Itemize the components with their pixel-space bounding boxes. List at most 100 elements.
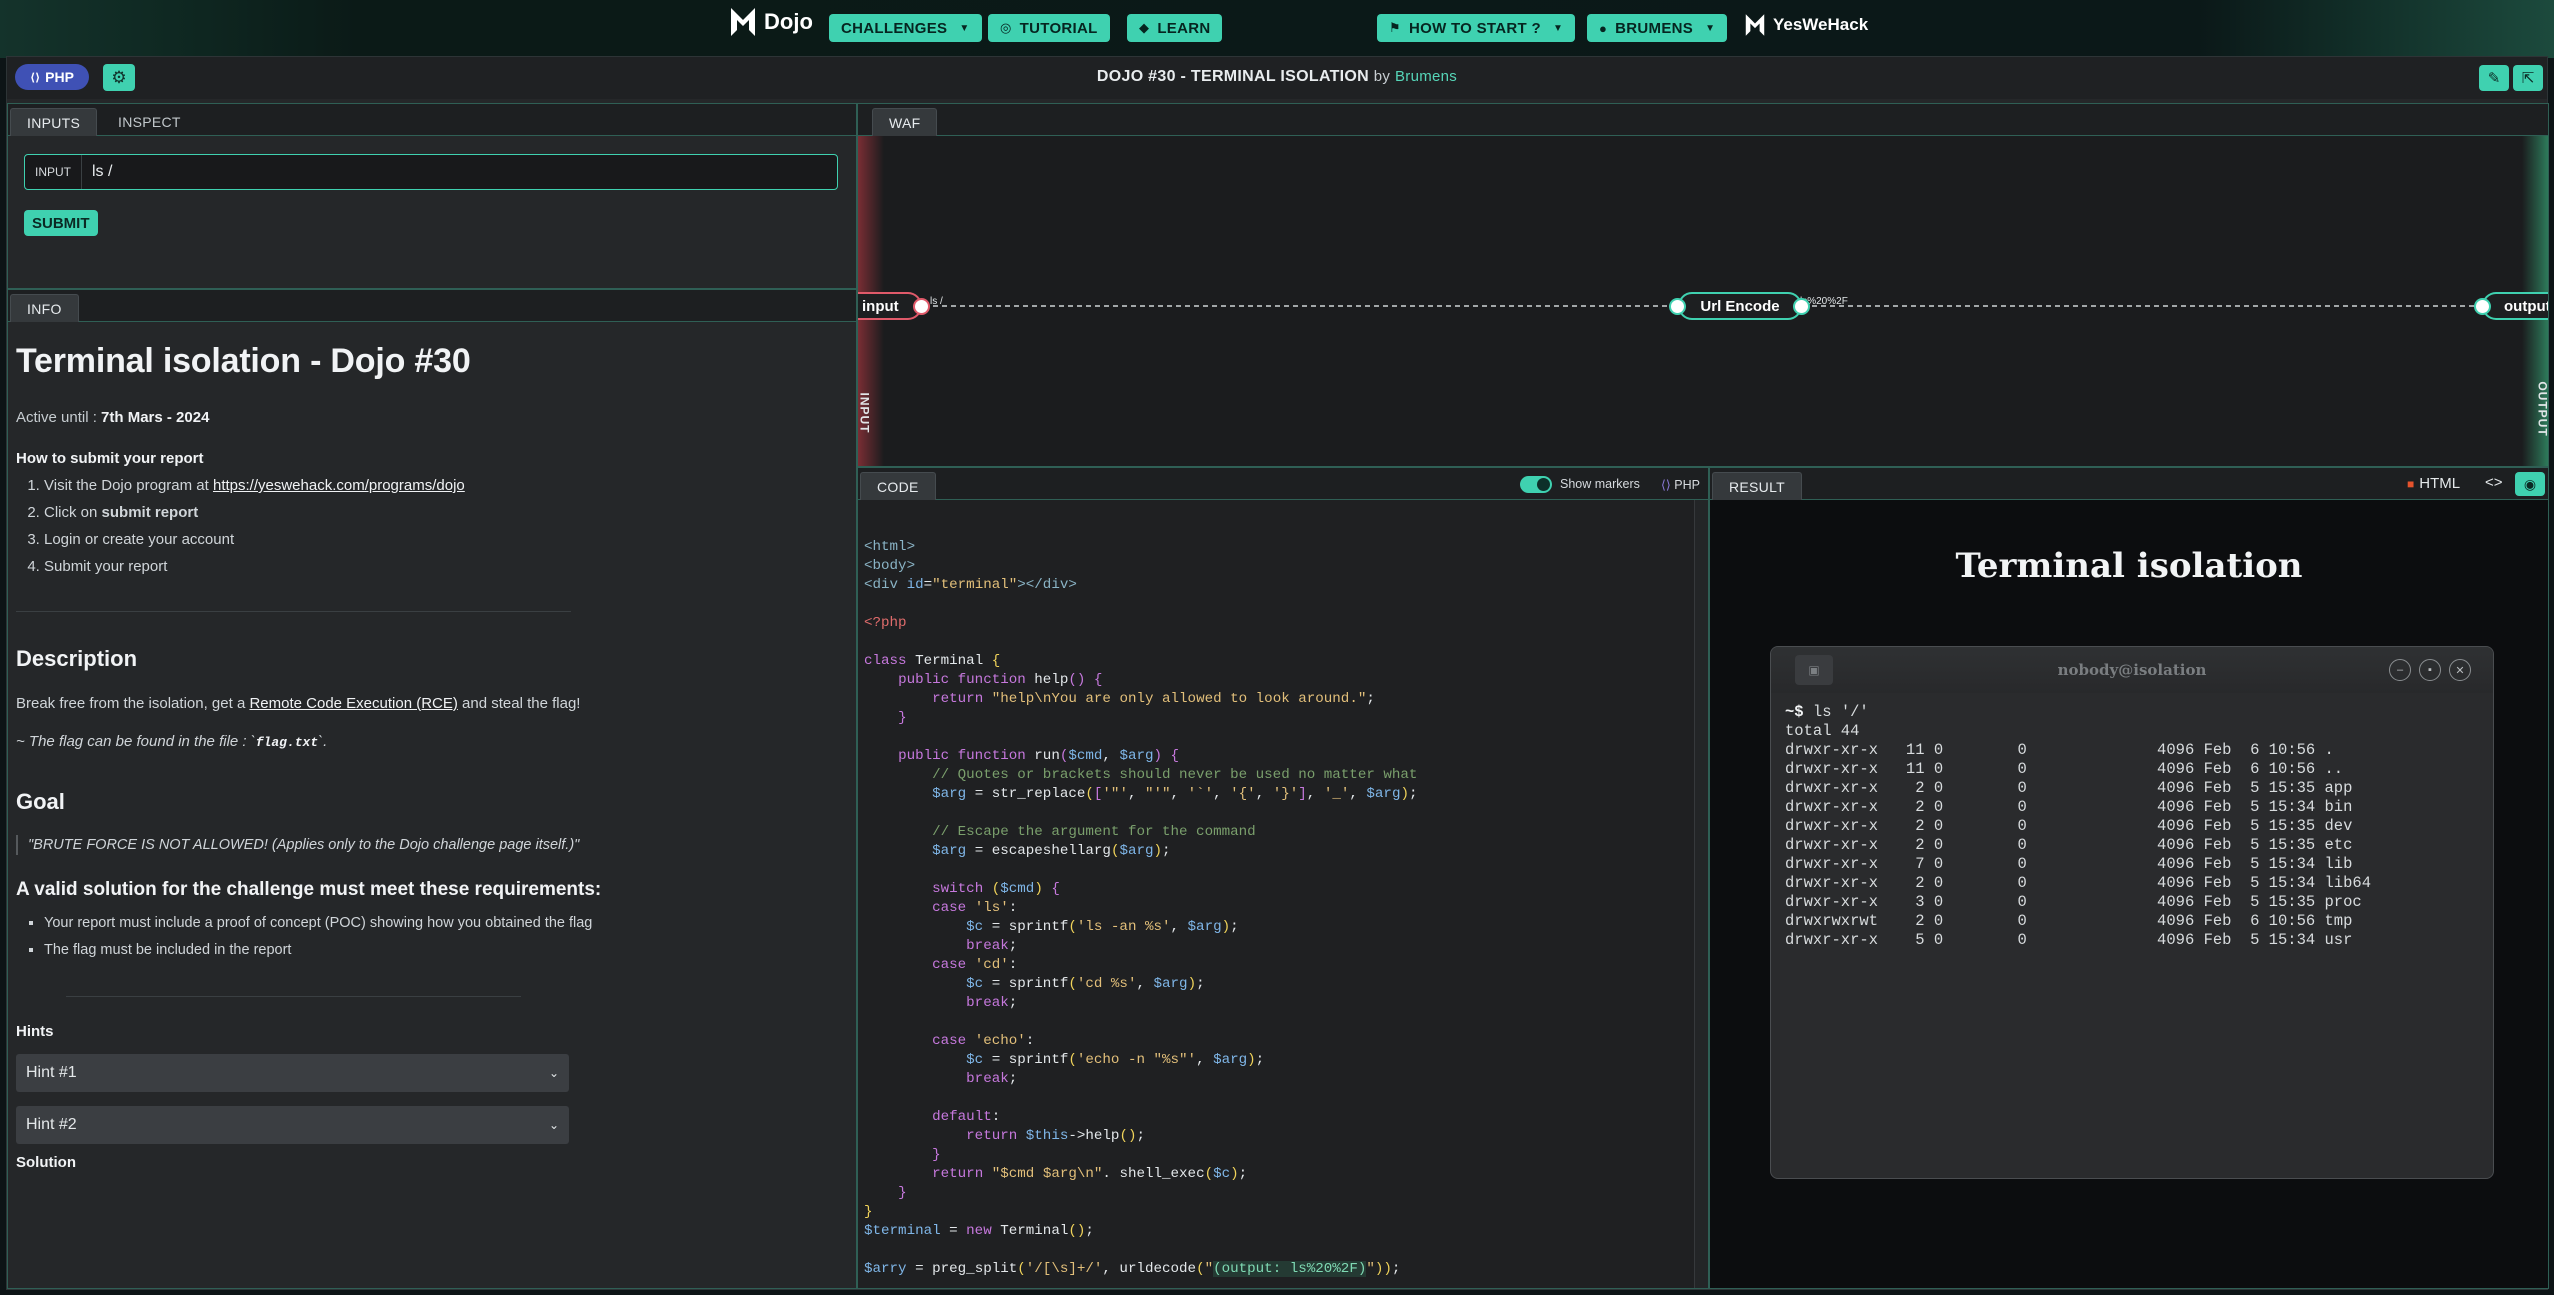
- close-button[interactable]: ✕: [2449, 659, 2471, 681]
- eye-icon: ◉: [2523, 475, 2537, 492]
- chevron-down-icon: ⌄: [548, 1066, 559, 1080]
- minimize-button[interactable]: –: [2389, 659, 2411, 681]
- shield-icon: ◎: [1000, 20, 1012, 35]
- format-selector[interactable]: ■ HTML: [2407, 475, 2460, 492]
- ywh-logo-icon: [1745, 14, 1765, 36]
- challenge-title-bar: ⟨⟩ PHP ⚙ DOJO #30 - TERMINAL ISOLATION b…: [7, 57, 2547, 99]
- url-encode-out-port[interactable]: [1793, 298, 1810, 315]
- code-lang-label: ⟨⟩ PHP: [1661, 477, 1700, 492]
- chevron-down-icon: ▼: [1552, 22, 1564, 34]
- flag-file: flag.txt: [255, 735, 319, 750]
- hint-1-accordion[interactable]: Hint #1 ⌄: [16, 1054, 569, 1092]
- learn-button[interactable]: ◆ LEARN: [1127, 14, 1223, 42]
- dojo-logo-icon: [731, 8, 755, 36]
- challenges-menu-button[interactable]: CHALLENGES ▼: [829, 14, 982, 42]
- preview-button[interactable]: ◉: [2515, 472, 2545, 496]
- submit-button[interactable]: SUBMIT: [24, 210, 98, 236]
- user-menu-button[interactable]: ● BRUMENS ▼: [1587, 14, 1728, 42]
- chevron-down-icon: ⌄: [548, 1118, 559, 1132]
- requirements-title: A valid solution for the challenge must …: [16, 879, 602, 900]
- share-button[interactable]: ⇱: [2513, 65, 2543, 91]
- how-to-start-button[interactable]: ⚑ HOW TO START ? ▼: [1377, 14, 1576, 42]
- tab-result[interactable]: RESULT: [1712, 472, 1802, 500]
- output-port[interactable]: [2474, 298, 2491, 315]
- terminal-listing: total 44 drwxr-xr-x 11 0 0 4096 Feb 6 10…: [1785, 722, 2371, 949]
- dojo-logo-text: Dojo: [764, 9, 813, 34]
- format-label: HTML: [2419, 475, 2461, 492]
- waf-panel: WAF ls / ls%20%2F input Url Encode outpu…: [857, 103, 2549, 467]
- challenge-heading: Terminal isolation - Dojo #30: [16, 342, 471, 380]
- show-markers-toggle[interactable]: [1520, 476, 1552, 493]
- flag-icon: ⚑: [1389, 20, 1401, 35]
- challenge-title: DOJO #30 - TERMINAL ISOLATION by Brumens: [7, 68, 2547, 86]
- list-item: Click on submit report: [44, 504, 848, 531]
- divider: [66, 996, 521, 997]
- waf-tabs: WAF: [858, 104, 2548, 136]
- maximize-icon: ▪: [2428, 664, 2432, 676]
- tab-code[interactable]: CODE: [860, 472, 936, 500]
- list-item: Login or create your account: [44, 531, 848, 558]
- description-suffix: and steal the flag!: [457, 695, 581, 712]
- maximize-button[interactable]: ▪: [2419, 659, 2441, 681]
- html5-icon: ■: [2407, 476, 2415, 491]
- tutorial-button[interactable]: ◎ TUTORIAL: [988, 14, 1110, 42]
- graduation-icon: ◆: [1139, 20, 1150, 35]
- submit-steps: Visit the Dojo program at https://yesweh…: [16, 477, 848, 585]
- step-text: Click on: [44, 504, 102, 521]
- user-icon: ●: [1599, 20, 1608, 36]
- author-link[interactable]: Brumens: [1395, 68, 1457, 85]
- learn-label: LEARN: [1157, 19, 1211, 37]
- description-prefix: Break free from the isolation, get a: [16, 695, 250, 712]
- url-encode-in-port[interactable]: [1669, 298, 1686, 315]
- edit-icon: ✎: [2487, 70, 2501, 87]
- tab-inputs[interactable]: INPUTS: [10, 108, 98, 136]
- divider: [16, 611, 571, 612]
- chevron-down-icon: ▼: [959, 22, 970, 34]
- list-item: Visit the Dojo program at https://yesweh…: [44, 477, 848, 504]
- minimize-icon: –: [2396, 664, 2404, 676]
- hint-2-label: Hint #2: [26, 1116, 77, 1133]
- input-label: INPUT: [25, 155, 82, 189]
- list-item: The flag must be included in the report: [44, 940, 848, 960]
- dojo-logo[interactable]: Dojo: [730, 6, 813, 38]
- active-until: Active until : 7th Mars - 2024: [16, 409, 848, 426]
- code-editor[interactable]: <html> <body> <div id="terminal"></div> …: [858, 500, 1708, 1288]
- list-item: Your report must include a proof of conc…: [44, 913, 848, 933]
- rce-link[interactable]: Remote Code Execution (RCE): [249, 695, 457, 712]
- hints-title: Hints: [16, 1023, 54, 1040]
- result-heading: Terminal isolation: [1955, 546, 2303, 586]
- yeswehack-logo[interactable]: YesWeHack: [1745, 12, 1868, 38]
- dojo-program-link[interactable]: https://yeswehack.com/programs/dojo: [213, 477, 465, 494]
- by-label: by: [1373, 68, 1391, 85]
- payload-input[interactable]: [82, 163, 837, 181]
- result-tabs: RESULT ■ HTML <> ◉: [1710, 468, 2548, 500]
- tab-inspect[interactable]: INSPECT: [102, 108, 197, 136]
- terminal-titlebar: ▣ nobody@isolation – ▪ ✕: [1771, 647, 2493, 693]
- code-tabs: CODE Show markers ⟨⟩ PHP: [858, 468, 1708, 500]
- source-code: <html> <body> <div id="terminal"></div> …: [864, 539, 1418, 1277]
- solution-title: Solution: [16, 1154, 76, 1171]
- waf-output-node[interactable]: output: [2482, 292, 2548, 320]
- list-item: Submit your report: [44, 558, 848, 585]
- workspace: ⟨⟩ PHP ⚙ DOJO #30 - TERMINAL ISOLATION b…: [6, 56, 2549, 1290]
- flag-note-suffix: `.: [318, 733, 328, 750]
- terminal-window[interactable]: ▣ nobody@isolation – ▪ ✕ ~$ ls '/' total…: [1770, 646, 2494, 1179]
- result-panel: RESULT ■ HTML <> ◉ Terminal isolation ▣ …: [1709, 467, 2549, 1289]
- code-panel: CODE Show markers ⟨⟩ PHP <html> <body> <…: [857, 467, 1709, 1289]
- code-icon: <>: [2485, 474, 2503, 491]
- editor-scrollbar[interactable]: [1694, 500, 1708, 1288]
- waf-url-encode-node[interactable]: Url Encode: [1678, 292, 1802, 320]
- tab-waf[interactable]: WAF: [872, 108, 938, 136]
- hint-1-label: Hint #1: [26, 1064, 77, 1081]
- inputs-panel: INPUTS INSPECT INPUT SUBMIT: [7, 103, 857, 289]
- input-port[interactable]: [913, 298, 930, 315]
- side-output-label: OUTPUT: [2535, 381, 2548, 437]
- code-view-button[interactable]: <>: [2485, 474, 2503, 491]
- hint-2-accordion[interactable]: Hint #2 ⌄: [16, 1106, 569, 1144]
- edit-button[interactable]: ✎: [2479, 65, 2509, 91]
- waf-canvas: ls / ls%20%2F input Url Encode output IN…: [858, 136, 2548, 466]
- input-node-label: input: [862, 297, 899, 315]
- info-panel: INFO Terminal isolation - Dojo #30 Activ…: [7, 289, 857, 1289]
- tab-info[interactable]: INFO: [10, 294, 79, 322]
- active-until-date: 7th Mars - 2024: [101, 409, 210, 426]
